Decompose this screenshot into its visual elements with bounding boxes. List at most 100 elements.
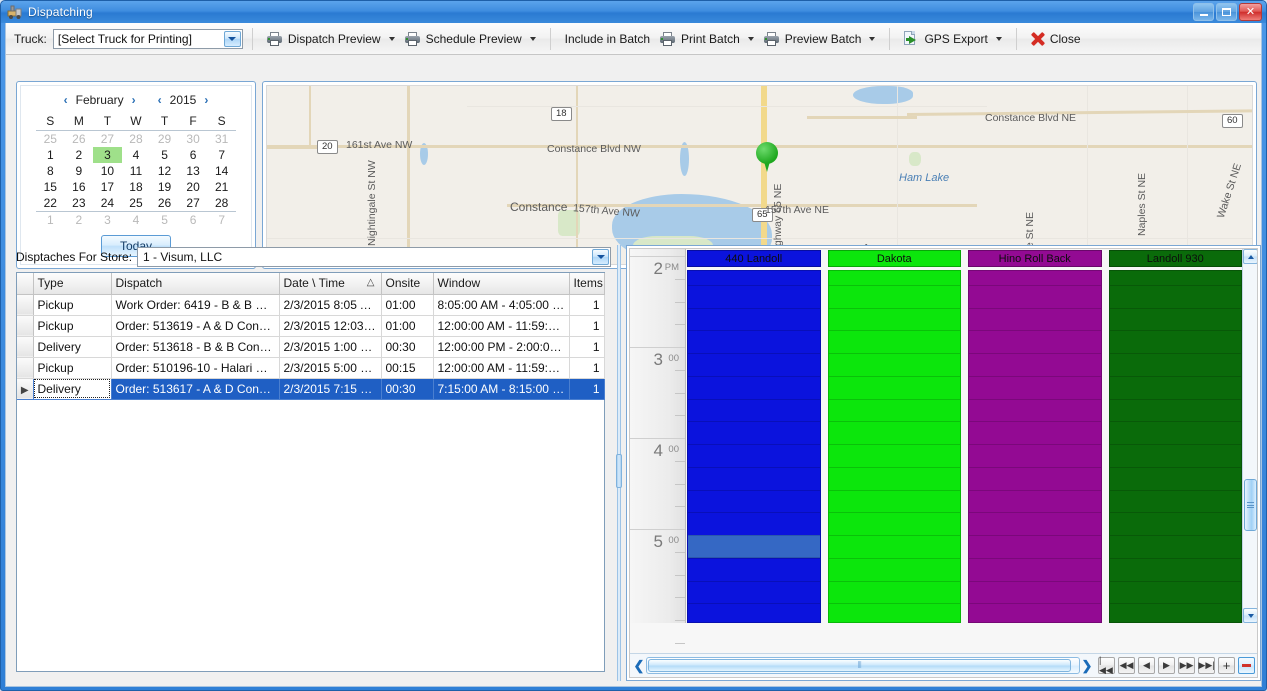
first-button[interactable]: |◀◀	[1098, 655, 1115, 675]
schedule-preview-button[interactable]: Schedule Preview	[400, 27, 541, 51]
calendar-day-cell[interactable]: 26	[150, 195, 179, 212]
chevron-down-icon[interactable]	[529, 36, 536, 41]
calendar-day-cell[interactable]: 4	[122, 147, 151, 163]
row-indicator-cell[interactable]	[17, 336, 34, 358]
grid-corner-header[interactable]	[17, 273, 34, 295]
cell-dispatch[interactable]: Order: 513619 - A & D Constru...	[111, 315, 280, 337]
calendar-day-cell[interactable]: 22	[36, 195, 65, 212]
calendar-day-cell[interactable]: 3	[93, 210, 122, 228]
calendar-day-cell[interactable]: 9	[65, 163, 94, 179]
calendar-day-cell[interactable]: 16	[65, 179, 94, 195]
calendar-day-cell[interactable]: 11	[122, 163, 151, 179]
cell-type[interactable]: Pickup	[33, 294, 112, 316]
calendar-day-cell[interactable]: 31	[207, 130, 236, 147]
cell-window[interactable]: 8:05:00 AM - 4:05:00 PM	[433, 294, 570, 316]
table-row[interactable]: Delivery Order: 513618 - B & B Constru...…	[17, 336, 605, 358]
cell-onsite[interactable]: 00:30	[381, 336, 434, 358]
chevron-down-icon[interactable]	[388, 36, 395, 41]
cell-dispatch[interactable]: Order: 510196-10 - Halari Dev...	[111, 357, 280, 379]
calendar-day-cell[interactable]: 21	[207, 179, 236, 195]
cell-dispatch[interactable]: Order: 513617 - A & D Constru...	[111, 378, 280, 400]
next-fast-button[interactable]: ▶▶	[1178, 657, 1195, 674]
calendar-day-cell[interactable]: 4	[121, 210, 151, 228]
grid-header-onsite[interactable]: Onsite	[381, 273, 434, 295]
calendar-day-cell[interactable]: 5	[150, 147, 179, 163]
calendar-day-cell[interactable]: 30	[179, 130, 208, 147]
resource-column-header[interactable]: Hino Roll Back	[968, 250, 1102, 267]
calendar-day-selected[interactable]: 3	[93, 146, 122, 163]
cell-items[interactable]: 1	[569, 357, 605, 379]
cell-window[interactable]: 12:00:00 AM - 11:59:00 ...	[433, 315, 570, 337]
cell-onsite[interactable]: 00:30	[381, 378, 434, 400]
resource-column-header[interactable]: 440 Landoll	[687, 250, 821, 267]
cell-items[interactable]: 1	[569, 378, 605, 400]
cell-type[interactable]: Delivery	[33, 378, 112, 400]
zoom-out-button[interactable]	[1238, 657, 1255, 674]
pane-splitter[interactable]	[615, 245, 623, 681]
calendar-day-cell[interactable]: 28	[122, 130, 151, 147]
cell-window[interactable]: 7:15:00 AM - 8:15:00 PM	[433, 378, 570, 400]
cell-window[interactable]: 12:00:00 PM - 2:00:00 PM	[433, 336, 570, 358]
calendar-day-cell[interactable]: 24	[93, 195, 122, 212]
cell-datetime[interactable]: 2/3/2015 12:03 PM	[279, 315, 382, 337]
resource-column[interactable]: 440 Landoll	[687, 249, 821, 623]
grid-header-items[interactable]: Items	[569, 273, 605, 295]
calendar-day-cell[interactable]: 6	[179, 147, 208, 163]
horizontal-scroll-thumb[interactable]: ⦀	[648, 659, 1072, 672]
splitter-grip[interactable]	[616, 454, 622, 489]
next-button[interactable]: ▶	[1158, 657, 1175, 674]
calendar-day-cell[interactable]: 10	[93, 163, 122, 179]
grid-header-datetime[interactable]: Date \ Time △	[279, 273, 382, 295]
cell-type[interactable]: Pickup	[33, 357, 112, 379]
next-month-button[interactable]: ›	[130, 93, 138, 107]
next-year-button[interactable]: ›	[202, 93, 210, 107]
cell-dispatch[interactable]: Work Order: 6419 - B & B Cons...	[111, 294, 280, 316]
resource-column[interactable]: Landoll 930	[1108, 249, 1242, 623]
minimize-button[interactable]	[1193, 3, 1214, 21]
calendar-day-cell[interactable]: 14	[207, 163, 236, 179]
row-indicator-cell[interactable]	[17, 357, 34, 379]
cell-items[interactable]: 1	[569, 315, 605, 337]
calendar-day-cell[interactable]: 7	[207, 147, 236, 163]
resource-column-body[interactable]	[1108, 270, 1242, 623]
chevron-down-icon[interactable]	[869, 36, 876, 41]
resource-column-header[interactable]: Landoll 930	[1108, 250, 1242, 267]
cell-dispatch[interactable]: Order: 513618 - B & B Constru...	[111, 336, 280, 358]
calendar-day-cell[interactable]: 25	[122, 195, 151, 212]
table-row[interactable]: ▶ Delivery Order: 513617 - A & D Constru..…	[17, 378, 605, 400]
gps-export-button[interactable]: GPS Export	[899, 27, 1006, 51]
prev-month-button[interactable]: ‹	[62, 93, 70, 107]
row-indicator-cell[interactable]	[17, 315, 34, 337]
preview-batch-button[interactable]: Preview Batch	[759, 27, 881, 51]
horizontal-scroll-track[interactable]: ⦀	[646, 657, 1080, 674]
scheduler-horizontal-scrollbar[interactable]: ❮ ⦀ ❯	[632, 657, 1094, 675]
table-row[interactable]: Pickup Order: 510196-10 - Halari Dev... 2/…	[17, 357, 605, 379]
store-select[interactable]: 1 - Visum, LLC	[137, 247, 611, 267]
vertical-scroll-thumb[interactable]	[1244, 479, 1257, 531]
scroll-left-button[interactable]: ❮	[632, 657, 646, 675]
cell-onsite[interactable]: 01:00	[381, 294, 434, 316]
calendar-day-cell[interactable]: 12	[150, 163, 179, 179]
resource-column-body[interactable]	[968, 270, 1102, 623]
cell-datetime[interactable]: 2/3/2015 7:15 PM	[279, 378, 382, 400]
calendar-day-cell[interactable]: 27	[179, 195, 208, 212]
calendar-day-cell[interactable]: 2	[64, 210, 94, 228]
calendar-day-cell[interactable]: 5	[150, 210, 179, 228]
cell-onsite[interactable]: 00:15	[381, 357, 434, 379]
cell-datetime[interactable]: 2/3/2015 1:00 PM	[279, 336, 382, 358]
green-map-pin-icon[interactable]	[756, 142, 778, 172]
selected-time-slot[interactable]	[688, 535, 820, 558]
row-indicator-cell[interactable]: ▶	[17, 378, 34, 400]
grid-header-type[interactable]: Type	[33, 273, 112, 295]
table-row[interactable]: Pickup Order: 513619 - A & D Constru... 2/…	[17, 315, 605, 337]
chevron-down-icon[interactable]	[747, 36, 754, 41]
calendar-day-cell[interactable]: 20	[179, 179, 208, 195]
calendar-day-cell[interactable]: 13	[179, 163, 208, 179]
prev-button[interactable]: ◀	[1138, 657, 1155, 674]
resource-column[interactable]: Hino Roll Back	[968, 249, 1102, 623]
scroll-up-button[interactable]	[1243, 249, 1257, 264]
calendar-day-cell[interactable]: 2	[65, 147, 94, 163]
resource-column[interactable]: Dakota	[827, 249, 961, 623]
grid-header-dispatch[interactable]: Dispatch	[111, 273, 280, 295]
calendar-day-cell[interactable]: 19	[150, 179, 179, 195]
